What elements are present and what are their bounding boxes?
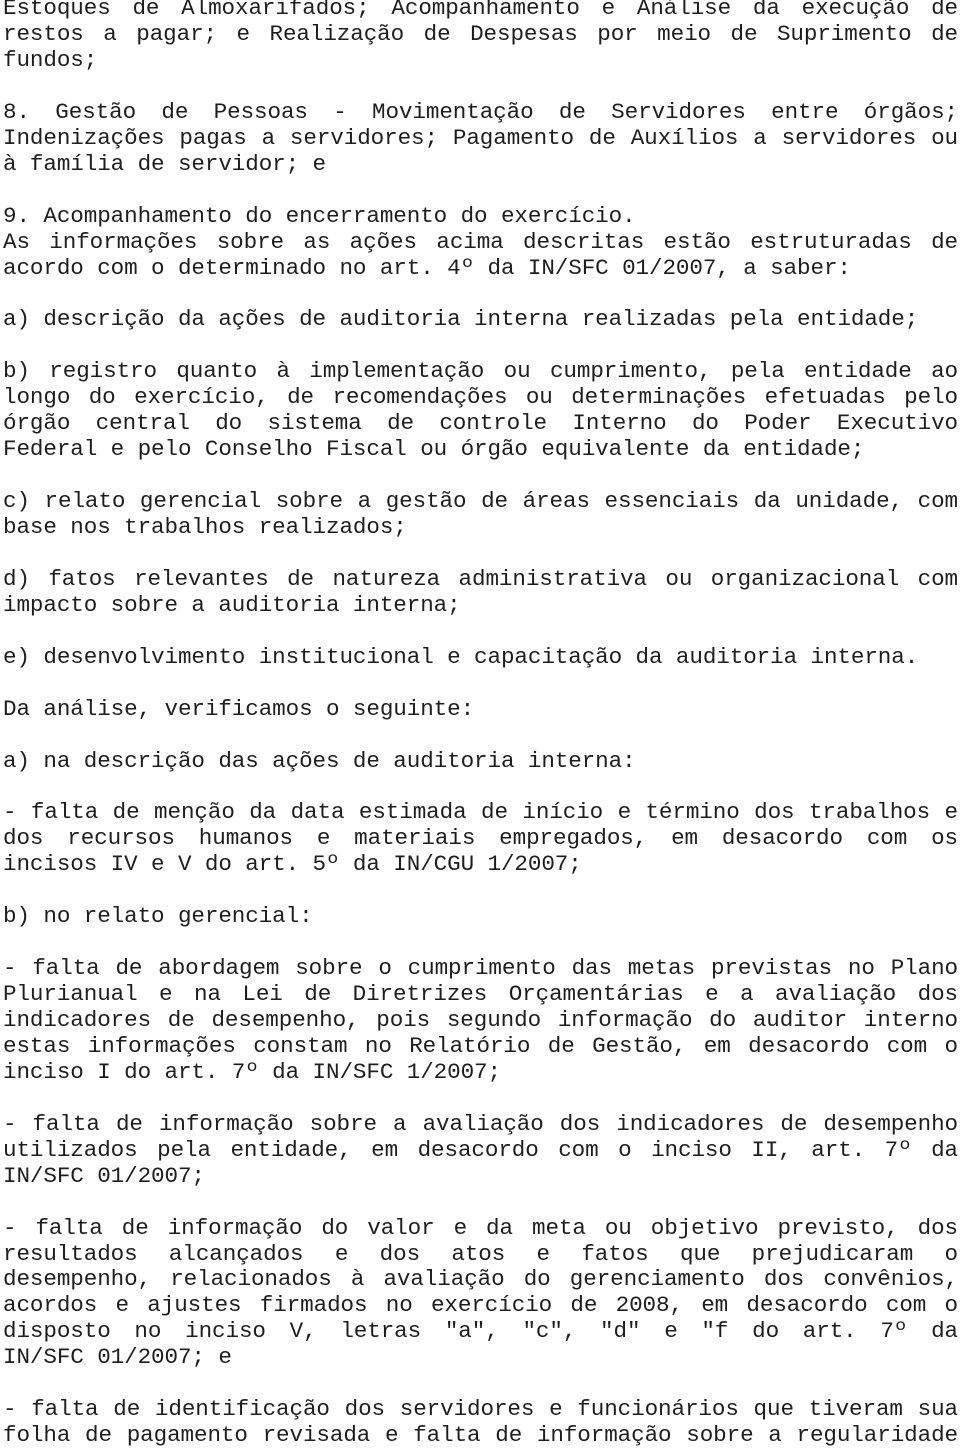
paragraph-falta-mencao: - falta de menção da data estimada de in…	[3, 799, 958, 878]
text-line: estas informações constam no Relatório d…	[3, 1032, 958, 1059]
paragraph-c-relato: c) relato gerencial sobre a gestão de ár…	[3, 488, 958, 541]
text-line: acordo com o determinado no art. 4º da I…	[3, 254, 851, 281]
text-line: disposto no inciso V, letras "a", "c", "…	[3, 1318, 958, 1345]
text-line: acordos e ajustes firmados no exercício …	[3, 1292, 958, 1319]
paragraph-a-na-descricao: a) na descrição das ações de auditoria i…	[3, 747, 958, 775]
paragraph-e-desenvolvimento: e) desenvolvimento institucional e capac…	[3, 643, 958, 671]
text-line: d) fatos relevantes de natureza administ…	[3, 565, 958, 592]
text-line: a) descrição da ações de auditoria inter…	[3, 306, 919, 333]
paragraph-item-8: 8. Gestão de Pessoas - Movimentação de S…	[3, 98, 958, 178]
text-line: folha de pagamento revisada e falta de i…	[3, 1422, 958, 1449]
text-line: b) registro quanto à implementação ou cu…	[3, 358, 958, 385]
paragraph-b-registro: b) registro quanto à implementação ou cu…	[3, 358, 958, 463]
text-line: indicadores de desempenho, pois segundo …	[3, 1006, 958, 1033]
text-line: - falta de abordagem sobre o cumprimento…	[3, 955, 958, 982]
text-line: IN/SFC 01/2007; e	[3, 1344, 232, 1371]
text-line: inciso I do art. 7º da IN/SFC 1/2007;	[3, 1058, 501, 1085]
paragraph-falta-abordagem: - falta de abordagem sobre o cumprimento…	[3, 955, 958, 1086]
text-line: base nos trabalhos realizados;	[3, 513, 407, 540]
text-line: - falta de menção da data estimada de in…	[3, 799, 958, 826]
text-line: c) relato gerencial sobre a gestão de ár…	[3, 488, 958, 515]
paragraph-falta-informacao-valor: - falta de informação do valor e da meta…	[3, 1214, 958, 1372]
text-line: Plurianual e na Lei de Diretrizes Orçame…	[3, 981, 958, 1008]
text-line: Da análise, verificamos o seguinte:	[3, 695, 475, 722]
text-line: e) desenvolvimento institucional e capac…	[3, 643, 919, 670]
text-line: longo do exercício, de recomendações ou …	[3, 384, 958, 411]
paragraph-item-9: 9. Acompanhamento do encerramento do exe…	[3, 202, 958, 282]
text-line: - falta de informação sobre a avaliação …	[3, 1110, 958, 1137]
text-line: 9. Acompanhamento do encerramento do exe…	[3, 202, 636, 229]
text-line: fundos;	[3, 46, 98, 73]
text-line: à família de servidor; e	[3, 150, 327, 177]
text-line: impacto sobre a auditoria interna;	[3, 591, 461, 618]
paragraph-falta-identificacao: - falta de identificação dos servidores …	[3, 1396, 958, 1449]
text-line: Federal e pelo Conselho Fiscal ou órgão …	[3, 436, 865, 463]
text-line: resultados alcançados e dos atos e fatos…	[3, 1240, 958, 1267]
text-line: Estoques de Almoxarifados; Acompanhament…	[3, 0, 958, 21]
text-line: dos recursos humanos e materiais emprega…	[3, 825, 958, 852]
text-line: 8. Gestão de Pessoas - Movimentação de S…	[3, 98, 958, 125]
text-line: Indenizações pagas a servidores; Pagamen…	[3, 124, 958, 151]
text-line: As informações sobre as ações acima desc…	[3, 228, 958, 255]
text-line: IN/SFC 01/2007;	[3, 1162, 205, 1189]
text-line: restos a pagar; e Realização de Despesas…	[3, 20, 958, 47]
text-line: a) na descrição das ações de auditoria i…	[3, 747, 636, 774]
text-line: órgão central do sistema de controle Int…	[3, 410, 958, 437]
paragraph-d-fatos: d) fatos relevantes de natureza administ…	[3, 565, 958, 619]
paragraph-falta-informacao-indicadores: - falta de informação sobre a avaliação …	[3, 1110, 958, 1190]
text-line: - falta de informação do valor e da meta…	[3, 1214, 958, 1241]
text-line: utilizados pela entidade, em desacordo c…	[3, 1136, 958, 1163]
text-line: - falta de identificação dos servidores …	[3, 1396, 958, 1423]
text-line: incisos IV e V do art. 5º da IN/CGU 1/20…	[3, 851, 582, 878]
paragraph-da-analise: Da análise, verificamos o seguinte:	[3, 695, 958, 723]
paragraph-estoques: Estoques de Almoxarifados; Acompanhament…	[3, 0, 958, 74]
document-page: Estoques de Almoxarifados; Acompanhament…	[0, 0, 960, 1449]
text-line: b) no relato gerencial:	[3, 903, 313, 930]
paragraph-b-relato-gerencial: b) no relato gerencial:	[3, 903, 958, 930]
text-line: desempenho, relacionados à avaliação do …	[3, 1266, 958, 1293]
paragraph-a-descricao: a) descrição da ações de auditoria inter…	[3, 306, 958, 333]
